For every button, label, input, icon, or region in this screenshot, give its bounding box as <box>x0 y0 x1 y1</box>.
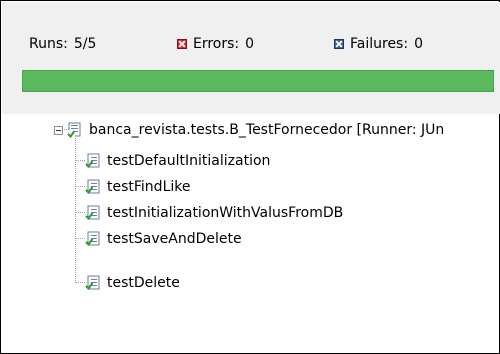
tree-connector <box>76 238 85 239</box>
test-passed-icon <box>85 231 101 247</box>
counters: Runs: 5/5 Errors: 0 Failures: 0 <box>2 36 500 56</box>
test-label: testSaveAndDelete <box>107 231 242 247</box>
failures-value: 0 <box>414 36 423 52</box>
summary-panel: Runs: 5/5 Errors: 0 Failures: 0 <box>2 2 500 114</box>
runs-label: Runs: <box>29 36 68 52</box>
progress-fill <box>23 71 493 91</box>
failures-counter: Failures: 0 <box>334 36 423 52</box>
collapse-icon[interactable] <box>54 125 63 135</box>
errors-label: Errors: <box>193 36 240 52</box>
test-passed-icon <box>85 205 101 221</box>
tree-item-test[interactable]: testDelete <box>85 272 180 294</box>
test-passed-icon <box>85 275 101 291</box>
tree-item-test[interactable]: testInitializationWithValusFromDB <box>85 202 343 224</box>
errors-counter: Errors: 0 <box>177 36 254 52</box>
runs-value: 5/5 <box>73 36 97 52</box>
tree-connector <box>76 186 85 187</box>
errors-value: 0 <box>245 36 255 52</box>
junit-view: Runs: 5/5 Errors: 0 Failures: 0 banca_re… <box>0 0 500 354</box>
tree-connector <box>76 282 85 283</box>
tree-item-test[interactable]: testFindLike <box>85 176 190 198</box>
suite-label: banca_revista.tests.B_TestFornecedor [Ru… <box>89 122 445 138</box>
runs-counter: Runs: 5/5 <box>29 36 96 52</box>
test-suite-icon <box>67 122 83 139</box>
test-passed-icon <box>85 179 101 195</box>
failures-label: Failures: <box>350 36 409 52</box>
test-label: testDefaultInitialization <box>107 153 271 169</box>
tree-item-test[interactable]: testSaveAndDelete <box>85 228 242 250</box>
failure-icon <box>334 39 344 49</box>
test-label: testDelete <box>107 275 180 291</box>
test-passed-icon <box>85 153 101 169</box>
tree-item-suite[interactable]: banca_revista.tests.B_TestFornecedor [Ru… <box>54 119 444 141</box>
error-icon <box>177 39 187 49</box>
tree-item-test[interactable]: testDefaultInitialization <box>85 150 270 172</box>
tree-connector <box>76 160 85 161</box>
test-label: testFindLike <box>107 179 191 195</box>
progress-bar <box>22 70 494 92</box>
test-tree[interactable]: banca_revista.tests.B_TestFornecedor [Ru… <box>1 114 499 352</box>
test-label: testInitializationWithValusFromDB <box>107 205 344 221</box>
tree-connector <box>76 212 85 213</box>
